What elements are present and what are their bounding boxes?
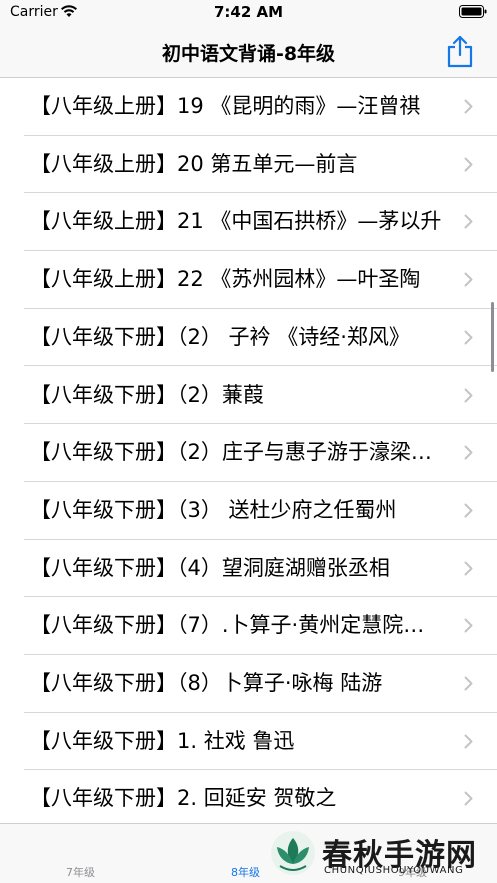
list-item[interactable]: 【八年级下册】（2）庄子与惠子游于濠梁之上 bbox=[0, 424, 497, 482]
share-icon[interactable] bbox=[445, 34, 475, 68]
list-item[interactable]: 【八年级下册】（2） 子衿 《诗经·郑风》 bbox=[0, 308, 497, 367]
list-item-label: 【八年级上册】19 《昆明的雨》—汪曾祺 bbox=[30, 94, 421, 118]
lesson-list: 【八年级上册】19 《昆明的雨》—汪曾祺 【八年级上册】20 第五单元—前言 【八年… bbox=[0, 78, 497, 823]
chevron-right-icon bbox=[464, 445, 473, 460]
chevron-right-icon bbox=[464, 618, 473, 633]
list-item[interactable]: 【八年级上册】22 《苏州园林》—叶圣陶 bbox=[0, 251, 497, 309]
list-item-label: 【八年级上册】22 《苏州园林》—叶圣陶 bbox=[30, 267, 421, 292]
scroll-indicator[interactable] bbox=[491, 302, 494, 372]
list-item-label: 【八年级下册】2. 回延安 贺敬之 bbox=[30, 786, 337, 811]
list-item-label: 【八年级上册】20 第五单元—前言 bbox=[30, 151, 358, 176]
list-item[interactable]: 【八年级上册】19 《昆明的雨》—汪曾祺 bbox=[0, 78, 497, 136]
list-item[interactable]: 【八年级下册】（2）蒹葭 bbox=[0, 366, 497, 425]
list-item[interactable]: 【八年级下册】（7）.卜算子·黄州定慧院寓居作 bbox=[0, 597, 497, 655]
list-item[interactable]: 【八年级下册】（4）望洞庭湖赠张丞相 bbox=[0, 539, 497, 598]
battery-icon bbox=[459, 5, 487, 18]
list-item[interactable]: 【八年级上册】21 《中国石拱桥》—茅以升 bbox=[0, 193, 497, 252]
list-item-label: 【八年级下册】1. 社戏 鲁迅 bbox=[30, 728, 295, 753]
chevron-right-icon bbox=[464, 272, 473, 287]
tab-grade-8[interactable]: 8年级 bbox=[231, 864, 260, 880]
list-item-label: 【八年级下册】（2）蒹葭 bbox=[30, 382, 264, 407]
app-screen: Carrier 7:42 AM 初中语文背诵-8年级 【八年级上册】19 《昆明… bbox=[0, 0, 497, 883]
list-item-label: 【八年级下册】（2） 子衿 《诗经·郑风》 bbox=[30, 324, 410, 349]
chevron-right-icon bbox=[464, 791, 473, 806]
list-item-label: 【八年级下册】（2）庄子与惠子游于濠梁之上 bbox=[30, 440, 445, 465]
list-item-label: 【八年级下册】（8）卜算子·咏梅 陆游 bbox=[30, 671, 383, 695]
list-item-label: 【八年级下册】（3） 送杜少府之任蜀州 bbox=[30, 497, 397, 522]
chevron-right-icon bbox=[464, 734, 473, 749]
watermark: 春秋手游网 CHUNQIUSHOUYOUWANG bbox=[270, 828, 492, 883]
chevron-right-icon bbox=[464, 388, 473, 402]
chevron-right-icon bbox=[464, 157, 473, 172]
chevron-right-icon bbox=[464, 561, 473, 576]
status-time: 7:42 AM bbox=[213, 3, 284, 21]
page-title: 初中语文背诵-8年级 bbox=[161, 43, 336, 65]
list-item-label: 【八年级上册】21 《中国石拱桥》—茅以升 bbox=[30, 209, 442, 234]
list-item-label: 【八年级下册】（7）.卜算子·黄州定慧院寓居作 bbox=[30, 613, 445, 638]
list-item-label: 【八年级下册】（4）望洞庭湖赠张丞相 bbox=[30, 555, 390, 580]
navigation-bar: 初中语文背诵-8年级 bbox=[0, 26, 497, 78]
status-bar: Carrier 7:42 AM bbox=[0, 0, 497, 26]
list-item[interactable]: 【八年级上册】20 第五单元—前言 bbox=[0, 135, 497, 194]
list-item[interactable]: 【八年级下册】（3） 送杜少府之任蜀州 bbox=[0, 481, 497, 540]
chevron-right-icon bbox=[464, 676, 473, 691]
chevron-right-icon bbox=[464, 99, 473, 114]
list-item[interactable]: 【八年级下册】2. 回延安 贺敬之 bbox=[0, 770, 497, 823]
list-item[interactable]: 【八年级下册】1. 社戏 鲁迅 bbox=[0, 712, 497, 771]
list-item[interactable]: 【八年级下册】（8）卜算子·咏梅 陆游 bbox=[0, 655, 497, 713]
chevron-right-icon bbox=[464, 330, 473, 345]
watermark-subtitle: CHUNQIUSHOUYOUWANG bbox=[324, 865, 464, 876]
chevron-right-icon bbox=[464, 214, 473, 229]
tab-grade-7[interactable]: 7年级 bbox=[66, 864, 95, 880]
lotus-logo-icon bbox=[271, 831, 315, 875]
chevron-right-icon bbox=[464, 503, 473, 518]
